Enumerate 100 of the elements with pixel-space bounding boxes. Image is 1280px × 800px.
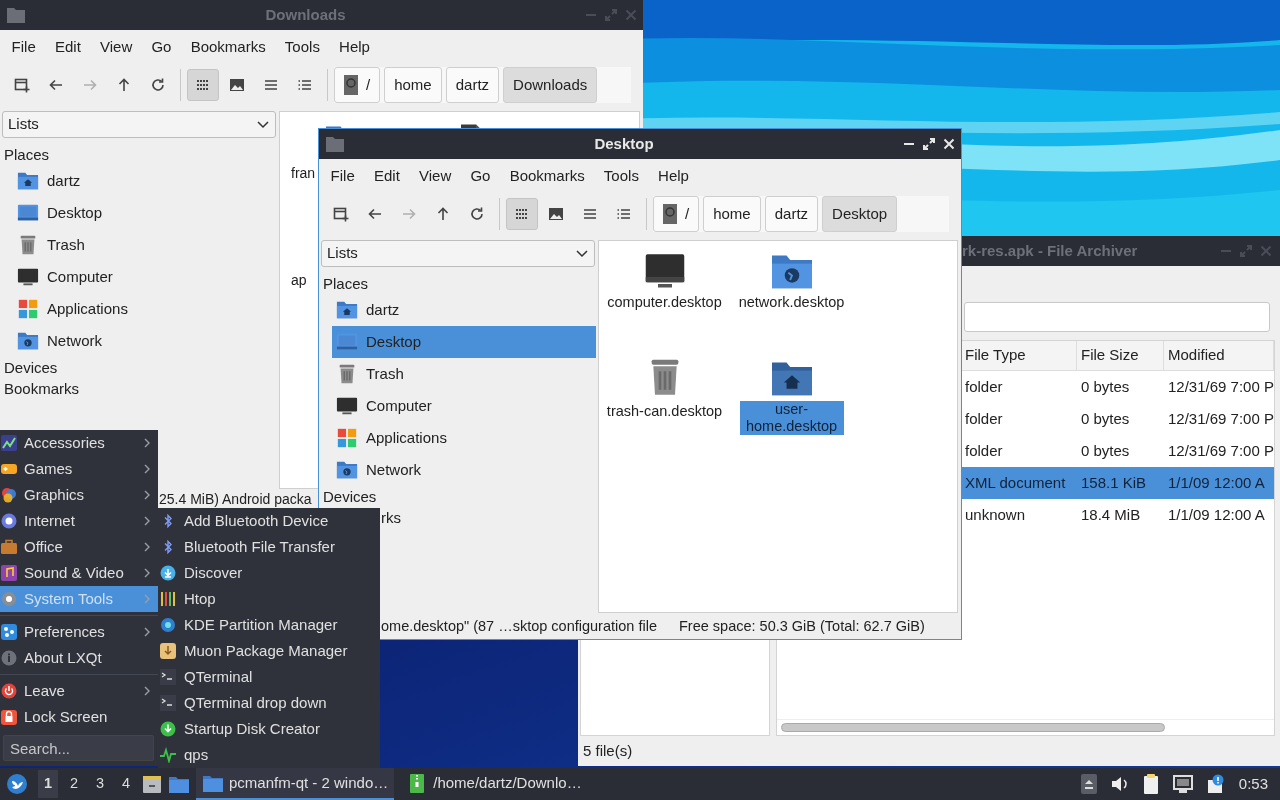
search-field[interactable]: Search... bbox=[3, 735, 154, 761]
desktop-switch[interactable]: 4 bbox=[116, 770, 136, 798]
column-header[interactable]: File Type bbox=[961, 341, 1077, 371]
file-name[interactable]: fran bbox=[291, 165, 316, 182]
sidebar-item[interactable]: Desktop bbox=[332, 326, 596, 358]
table-row[interactable]: folder 0 bytes 12/31/69 7:00 P bbox=[961, 403, 1274, 435]
desktop-switch[interactable]: 1 bbox=[38, 770, 58, 798]
table-cell-text: 12/31/69 7:00 P bbox=[1167, 408, 1274, 429]
table-row[interactable]: XML document 158.1 KiB 1/1/09 12:00 A bbox=[961, 467, 1274, 499]
sidebar-item[interactable]: Network bbox=[332, 454, 596, 486]
sidebar-item[interactable]: Trash bbox=[13, 229, 277, 261]
menu-item[interactable]: Discover bbox=[158, 560, 380, 586]
menu-item[interactable]: KDE Partition Manager bbox=[158, 612, 380, 638]
sidebar-item[interactable]: Desktop bbox=[13, 197, 277, 229]
notification-icon[interactable] bbox=[1206, 774, 1225, 794]
task-button[interactable]: /home/dartz/Downlo… bbox=[400, 768, 588, 800]
table-row[interactable]: folder 0 bytes 12/31/69 7:00 P bbox=[961, 435, 1274, 467]
menu-item[interactable]: Help bbox=[329, 35, 380, 59]
menu-item[interactable]: Htop bbox=[158, 586, 380, 612]
text-field[interactable] bbox=[964, 302, 1270, 332]
menu-item[interactable]: Startup Disk Creator bbox=[158, 716, 380, 742]
section-heading: Places bbox=[323, 274, 369, 294]
menu-item[interactable]: Go bbox=[141, 35, 182, 59]
download-icon bbox=[160, 565, 176, 581]
menu-item[interactable]: Graphics bbox=[0, 482, 158, 508]
sidebar-item[interactable]: Computer bbox=[332, 390, 596, 422]
menu-item[interactable]: Add Bluetooth Device bbox=[158, 508, 380, 534]
sidebar-item[interactable]: Trash bbox=[332, 358, 596, 390]
path-button[interactable]: Desktop bbox=[822, 196, 898, 232]
menu-item[interactable]: Internet bbox=[0, 508, 158, 534]
grid-view-button[interactable] bbox=[187, 69, 219, 101]
path-button[interactable]: / bbox=[653, 196, 700, 232]
file-name[interactable]: computer.desktop bbox=[604, 294, 725, 311]
menu-item[interactable]: Sound & Video bbox=[0, 560, 158, 586]
menu-item[interactable]: Office bbox=[0, 534, 158, 560]
menu-item[interactable]: Bluetooth File Transfer bbox=[158, 534, 380, 560]
desktop-switch[interactable]: 3 bbox=[90, 770, 110, 798]
path-button[interactable]: dartz bbox=[764, 196, 819, 232]
speaker-icon[interactable] bbox=[1110, 776, 1129, 792]
globe-icon bbox=[1, 513, 17, 529]
grid-view-button[interactable] bbox=[506, 198, 538, 230]
menu-item[interactable]: File bbox=[2, 35, 46, 59]
network-icon[interactable] bbox=[1172, 775, 1193, 793]
column-header[interactable]: Modified bbox=[1164, 341, 1274, 371]
table-cell-text: 0 bytes bbox=[1080, 408, 1131, 429]
menu-item[interactable]: Lock Screen bbox=[0, 704, 158, 730]
view-selector[interactable]: Lists bbox=[2, 111, 276, 138]
menu-item[interactable]: QTerminal drop down bbox=[158, 690, 380, 716]
drawer-icon[interactable] bbox=[142, 774, 162, 794]
menu-item[interactable]: Go bbox=[460, 164, 501, 188]
up-arrow-icon bbox=[116, 77, 132, 93]
task-button[interactable]: pcmanfm-qt - 2 windo… bbox=[196, 768, 395, 800]
folder-icon bbox=[6, 6, 26, 24]
path-button[interactable]: home bbox=[384, 67, 442, 103]
path-button[interactable]: Downloads bbox=[503, 67, 598, 103]
menu-item[interactable]: Bookmarks bbox=[181, 35, 276, 59]
menu-item[interactable]: QTerminal bbox=[158, 664, 380, 690]
menu-item[interactable]: Edit bbox=[45, 35, 91, 59]
menu-item[interactable]: Help bbox=[648, 164, 699, 188]
menu-item[interactable]: About LXQt bbox=[0, 645, 158, 671]
desktop-switch[interactable]: 2 bbox=[64, 770, 84, 798]
view-selector[interactable]: Lists bbox=[321, 240, 595, 267]
clipboard-icon[interactable] bbox=[1142, 774, 1159, 794]
sidebar-item[interactable]: dartz bbox=[332, 294, 596, 326]
menu-item[interactable]: View bbox=[409, 164, 461, 188]
grid-view-icon bbox=[195, 77, 211, 93]
column-header[interactable]: File Size bbox=[1077, 341, 1164, 371]
menu-item[interactable]: File bbox=[321, 164, 365, 188]
table-row[interactable]: unknown 18.4 MiB 1/1/09 12:00 A bbox=[961, 499, 1274, 531]
menu-item[interactable]: Accessories bbox=[0, 430, 158, 456]
menu-item[interactable]: Muon Package Manager bbox=[158, 638, 380, 664]
path-button[interactable]: home bbox=[703, 196, 761, 232]
menu-item[interactable]: Tools bbox=[275, 35, 330, 59]
menu-item[interactable]: Games bbox=[0, 456, 158, 482]
sidebar-item[interactable]: Applications bbox=[13, 293, 277, 325]
file-name[interactable]: user-home.desktop bbox=[739, 401, 844, 435]
menu-item[interactable]: qps bbox=[158, 742, 380, 768]
path-button[interactable]: / bbox=[334, 67, 381, 103]
sidebar-item[interactable]: Network bbox=[13, 325, 277, 357]
file-name[interactable]: network.desktop bbox=[731, 294, 852, 311]
table-row[interactable]: folder 0 bytes 12/31/69 7:00 P bbox=[961, 371, 1274, 403]
sidebar-item[interactable]: dartz bbox=[13, 165, 277, 197]
path-button[interactable]: dartz bbox=[445, 67, 500, 103]
menu-item[interactable]: View bbox=[90, 35, 142, 59]
menu-item[interactable]: Preferences bbox=[0, 619, 158, 645]
dots-icon bbox=[1, 624, 17, 640]
folder-icon[interactable] bbox=[168, 774, 190, 794]
folder-icon bbox=[17, 170, 39, 192]
table-cell-text: 0 bytes bbox=[1080, 376, 1131, 397]
menu-item[interactable]: Leave bbox=[0, 678, 158, 704]
scrollbar-thumb[interactable] bbox=[781, 723, 1165, 732]
sidebar-item[interactable]: Computer bbox=[13, 261, 277, 293]
file-name[interactable]: trash-can.desktop bbox=[604, 403, 725, 420]
table-cell-text: XML document bbox=[964, 472, 1067, 493]
forward-icon bbox=[82, 77, 98, 93]
menu-item[interactable]: Tools bbox=[594, 164, 649, 188]
sidebar-item[interactable]: Applications bbox=[332, 422, 596, 454]
menu-item[interactable]: Bookmarks bbox=[500, 164, 595, 188]
menu-item[interactable]: Edit bbox=[364, 164, 410, 188]
file-name[interactable]: ap bbox=[291, 272, 307, 289]
